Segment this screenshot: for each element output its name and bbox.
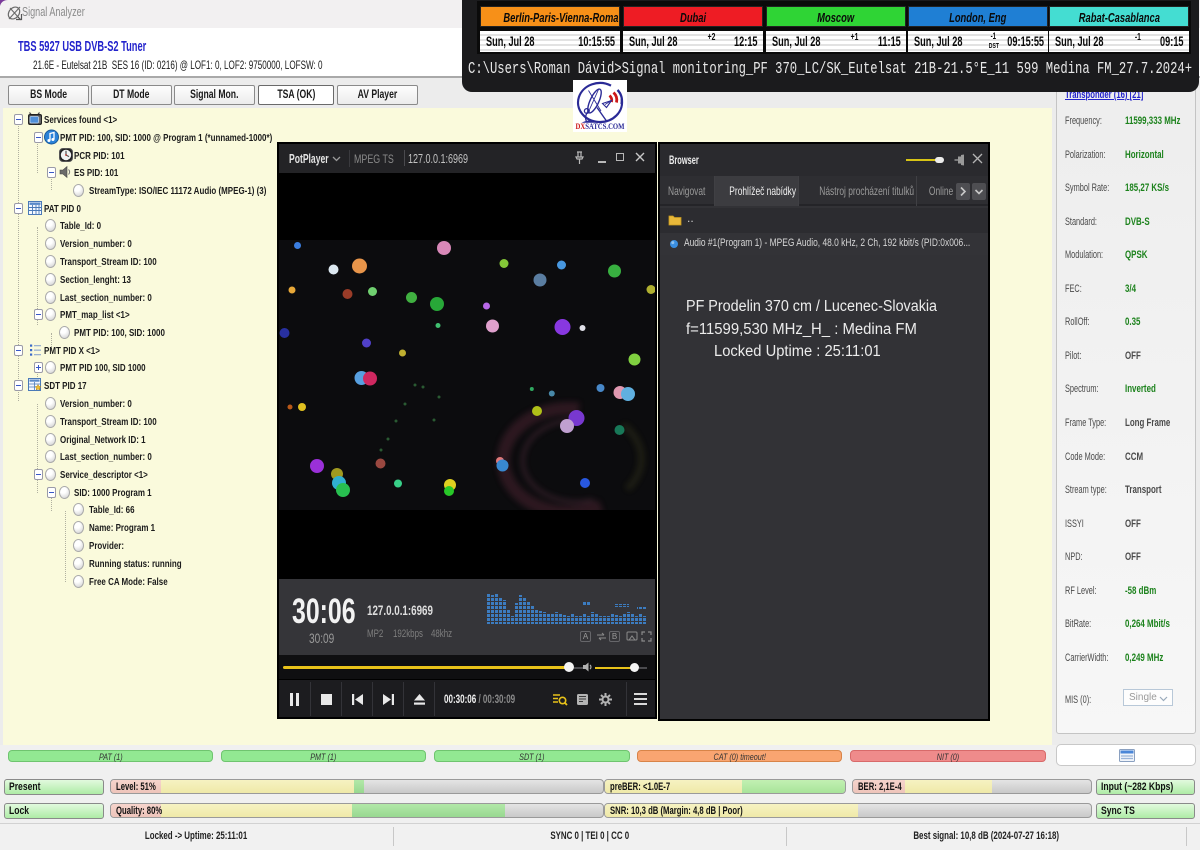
svg-text:DXSATCS.COM: DXSATCS.COM [576, 121, 626, 131]
